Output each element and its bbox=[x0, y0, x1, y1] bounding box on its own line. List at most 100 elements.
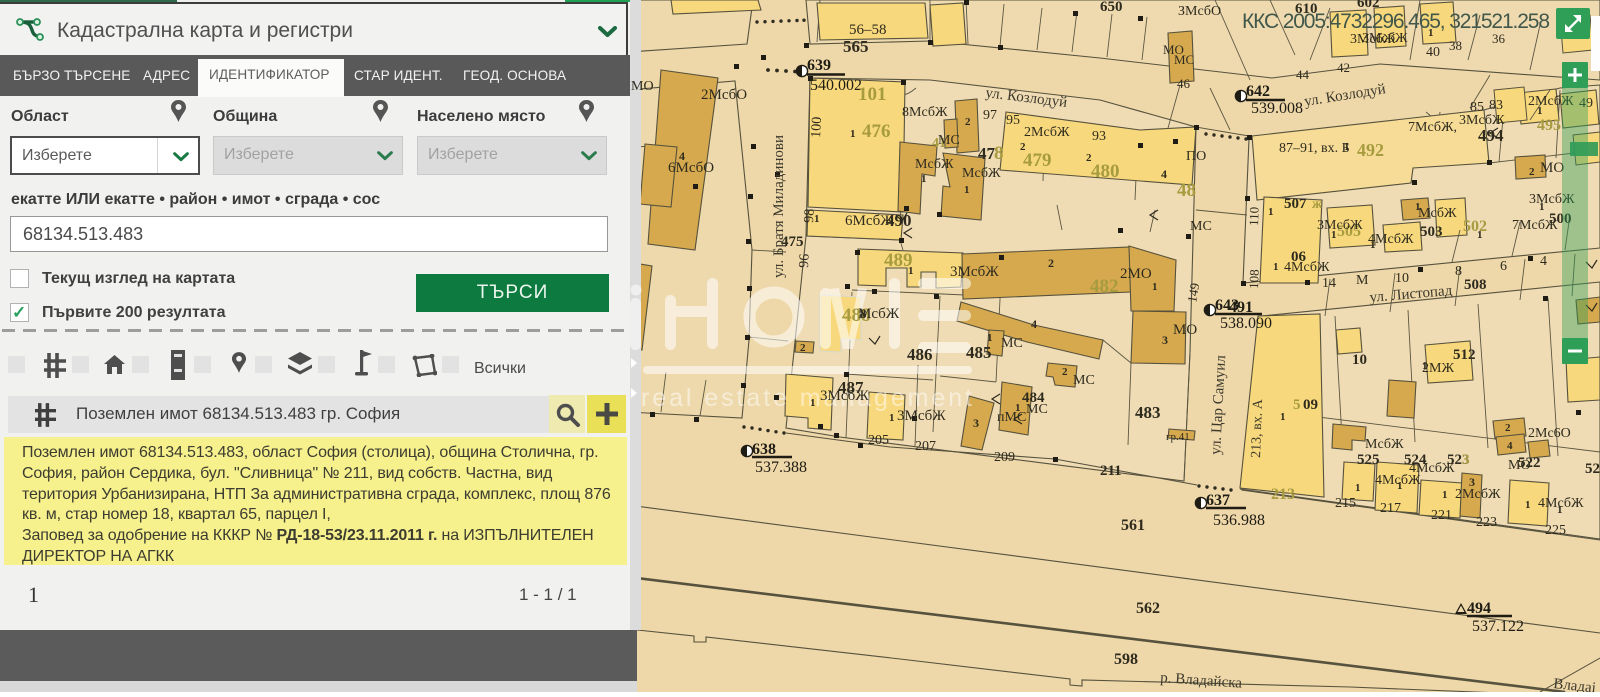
svg-text:МО: МО bbox=[1508, 458, 1531, 473]
svg-text:3МсбЖ: 3МсбЖ bbox=[1459, 113, 1505, 128]
svg-text:211: 211 bbox=[1100, 463, 1122, 479]
svg-text:8: 8 bbox=[1455, 264, 1462, 279]
svg-text:492: 492 bbox=[1357, 140, 1384, 160]
svg-text:ПО: ПО bbox=[1186, 149, 1206, 164]
svg-text:1: 1 bbox=[1344, 141, 1350, 153]
svg-text:МО: МО bbox=[1540, 160, 1564, 176]
svg-text:561: 561 bbox=[1121, 517, 1145, 534]
svg-text:536.988: 536.988 bbox=[1213, 512, 1265, 529]
svg-text:10: 10 bbox=[1395, 271, 1409, 286]
svg-text:480: 480 bbox=[1091, 161, 1120, 182]
svg-text:2: 2 bbox=[1529, 166, 1535, 178]
svg-text:213: 213 bbox=[1271, 486, 1295, 503]
svg-text:6МсбО: 6МсбО bbox=[668, 160, 714, 176]
svg-text:1: 1 bbox=[850, 128, 856, 140]
svg-text:1: 1 bbox=[1415, 201, 1421, 213]
svg-text:108: 108 bbox=[1246, 269, 1262, 289]
svg-text:215: 215 bbox=[1335, 496, 1356, 511]
svg-text:209: 209 bbox=[994, 450, 1015, 465]
svg-text:40: 40 bbox=[1426, 45, 1440, 60]
svg-text:538.090: 538.090 bbox=[1220, 315, 1272, 332]
svg-text:3МсбЖ: 3МсбЖ bbox=[1350, 32, 1396, 47]
svg-text:97: 97 bbox=[983, 108, 997, 123]
svg-text:512: 512 bbox=[1453, 347, 1476, 363]
svg-text:650: 650 bbox=[1100, 0, 1123, 15]
svg-text:639: 639 bbox=[807, 57, 831, 74]
svg-text:2: 2 bbox=[965, 116, 971, 128]
svg-text:642: 642 bbox=[1246, 83, 1270, 100]
svg-text:2: 2 bbox=[1086, 152, 1092, 164]
svg-text:4: 4 bbox=[1161, 167, 1167, 181]
svg-text:56–58: 56–58 bbox=[849, 22, 887, 38]
svg-text:3: 3 bbox=[1162, 333, 1168, 347]
svg-text:14: 14 bbox=[1322, 276, 1336, 291]
svg-text:1: 1 bbox=[1280, 411, 1286, 423]
svg-text:МС: МС bbox=[1190, 219, 1212, 234]
svg-text:83: 83 bbox=[1489, 98, 1503, 113]
svg-text:2МсбО: 2МсбО bbox=[701, 87, 747, 103]
svg-text:МС: МС bbox=[1001, 336, 1023, 351]
svg-text:36: 36 bbox=[1492, 31, 1506, 46]
svg-text:6: 6 bbox=[1500, 259, 1507, 274]
svg-text:539.008: 539.008 bbox=[1251, 100, 1303, 117]
svg-text:ЗМсбО: ЗМсбО bbox=[1178, 4, 1221, 19]
svg-text:476: 476 bbox=[862, 121, 891, 142]
svg-text:1: 1 bbox=[1537, 105, 1543, 117]
svg-text:3МсбЖ: 3МсбЖ bbox=[820, 388, 869, 404]
svg-text:МсбЖ: МсбЖ bbox=[1418, 206, 1457, 221]
svg-text:1: 1 bbox=[1422, 360, 1428, 372]
svg-text:4МсбЖ: 4МсбЖ bbox=[1409, 461, 1455, 476]
svg-text:3: 3 bbox=[973, 416, 979, 430]
svg-text:3МсбЖ: 3МсбЖ bbox=[1317, 218, 1363, 233]
svg-text:42: 42 bbox=[1337, 60, 1350, 75]
svg-text:МсбЖ: МсбЖ bbox=[962, 166, 1001, 181]
svg-text:ККС 2005:4732296.465, 321521.2: ККС 2005:4732296.465, 321521.258 bbox=[1242, 10, 1550, 33]
svg-text:3МсбЖ: 3МсбЖ bbox=[950, 264, 999, 280]
svg-text:7МсбЖ: 7МсбЖ bbox=[1512, 218, 1558, 233]
svg-text:110: 110 bbox=[1246, 207, 1262, 227]
svg-text:1: 1 bbox=[1370, 239, 1376, 251]
svg-text:225: 225 bbox=[1545, 523, 1566, 538]
svg-text:4: 4 bbox=[1540, 254, 1547, 269]
svg-text:494: 494 bbox=[1478, 126, 1504, 145]
svg-text:МС: МС bbox=[1174, 52, 1194, 67]
svg-text:205: 205 bbox=[868, 433, 889, 448]
svg-text:8МсбЖ: 8МсбЖ bbox=[902, 105, 948, 120]
svg-text:МО: МО bbox=[1173, 322, 1197, 338]
svg-text:637: 637 bbox=[1206, 492, 1230, 509]
svg-text:МС: МС bbox=[1073, 373, 1095, 388]
svg-text:217: 217 bbox=[1380, 501, 1401, 516]
svg-text:494: 494 bbox=[1467, 600, 1491, 617]
svg-text:87–91, вх. Б: 87–91, вх. Б bbox=[1279, 141, 1350, 156]
svg-text:МС: МС bbox=[1026, 402, 1048, 417]
svg-text:2МО: 2МО bbox=[1120, 266, 1152, 282]
svg-text:96: 96 bbox=[797, 253, 813, 268]
svg-text:10: 10 bbox=[1352, 352, 1367, 368]
svg-text:485: 485 bbox=[966, 343, 992, 362]
svg-text:2: 2 bbox=[1062, 366, 1068, 378]
svg-text:47: 47 bbox=[978, 144, 996, 163]
svg-text:1: 1 bbox=[1397, 480, 1403, 492]
svg-text:1: 1 bbox=[1557, 504, 1563, 516]
svg-text:491: 491 bbox=[1229, 299, 1253, 316]
svg-text:09: 09 bbox=[1303, 397, 1318, 413]
svg-text:1: 1 bbox=[1477, 229, 1483, 241]
svg-text:МсбЖ: МсбЖ bbox=[1365, 437, 1404, 452]
svg-text:4: 4 bbox=[1507, 440, 1513, 452]
svg-text:93: 93 bbox=[1092, 129, 1106, 144]
svg-text:486: 486 bbox=[907, 345, 933, 364]
svg-text:100: 100 bbox=[809, 116, 825, 138]
svg-text:101: 101 bbox=[858, 84, 887, 105]
svg-text:562: 562 bbox=[1136, 600, 1160, 617]
svg-text:М: М bbox=[1356, 273, 1369, 288]
svg-text:540.002: 540.002 bbox=[810, 77, 862, 94]
svg-text:98: 98 bbox=[802, 208, 818, 223]
svg-text:ж: ж bbox=[1312, 197, 1323, 212]
svg-text:565: 565 bbox=[843, 37, 869, 56]
svg-text:2МсбЖ: 2МсбЖ bbox=[1024, 125, 1070, 140]
svg-text:502: 502 bbox=[1463, 218, 1487, 235]
svg-text:1: 1 bbox=[1268, 206, 1274, 218]
svg-text:44: 44 bbox=[1296, 67, 1310, 82]
svg-text:1: 1 bbox=[889, 412, 895, 424]
svg-text:8: 8 bbox=[994, 143, 1004, 164]
